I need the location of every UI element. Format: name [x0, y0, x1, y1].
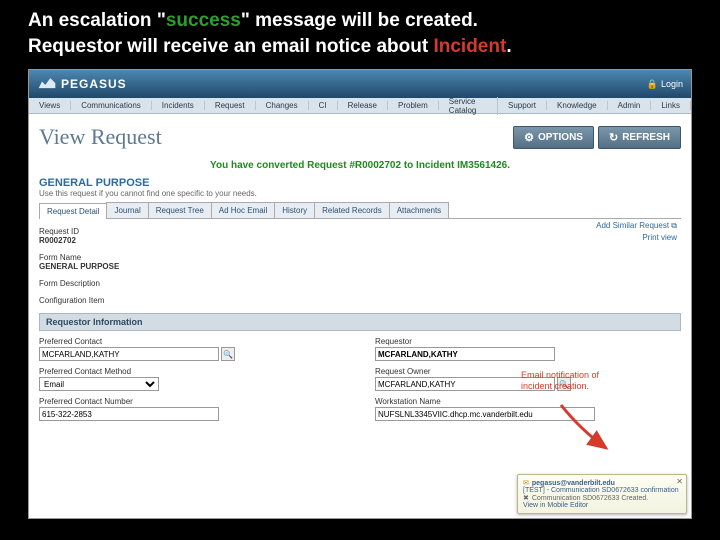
form-name-value: GENERAL PURPOSE: [39, 262, 681, 271]
menu-communications[interactable]: Communications: [71, 101, 152, 110]
menu-release[interactable]: Release: [338, 101, 388, 110]
tab-related-records[interactable]: Related Records: [314, 202, 390, 218]
menu-request[interactable]: Request: [205, 101, 256, 110]
menu-incidents[interactable]: Incidents: [152, 101, 205, 110]
preferred-contact-label: Preferred Contact: [39, 337, 345, 346]
preferred-contact-input[interactable]: [39, 347, 219, 361]
workstation-name-label: Workstation Name: [375, 397, 681, 406]
menu-ci[interactable]: CI: [309, 101, 338, 110]
menu-admin[interactable]: Admin: [608, 101, 652, 110]
menu-links[interactable]: Links: [651, 101, 691, 110]
tab-journal[interactable]: Journal: [106, 202, 148, 218]
toast-from: pegasus@vanderbilt.edu: [532, 480, 615, 487]
search-icon: 🔍: [223, 350, 233, 359]
mail-icon: ✉: [523, 479, 529, 487]
request-id-value: R0002702: [39, 236, 681, 245]
refresh-icon: ↻: [609, 131, 618, 144]
brand: PEGASUS: [37, 76, 127, 92]
print-view-link[interactable]: Print view: [596, 233, 677, 242]
close-icon: ✕: [676, 477, 683, 486]
copy-icon: ⧉: [671, 221, 677, 230]
toast-close-button[interactable]: ✕: [676, 477, 683, 486]
annotation-arrow-icon: [551, 400, 621, 460]
app-window: PEGASUS 🔒 Login Views Communications Inc…: [28, 69, 692, 519]
tab-request-detail[interactable]: Request Detail: [39, 203, 107, 219]
preferred-number-label: Preferred Contact Number: [39, 397, 345, 406]
options-button[interactable]: ⚙OPTIONS: [513, 126, 594, 149]
slide-title: An escalation "success" message will be …: [0, 0, 720, 63]
page-title: View Request: [39, 124, 162, 150]
gear-icon: ⚙: [524, 131, 534, 144]
success-word: success: [166, 10, 241, 31]
email-toast: ✕ ✉ pegasus@vanderbilt.edu [TEST] - Comm…: [517, 474, 687, 514]
pegasus-logo-icon: [37, 76, 57, 92]
preferred-method-label: Preferred Contact Method: [39, 367, 345, 376]
form-description-label: Form Description: [39, 279, 681, 288]
cancel-icon: ✖: [523, 494, 529, 502]
toast-subject: [TEST] - Communication SD0672633 confirm…: [523, 487, 681, 494]
toast-body: Communication SD0672633 Created.: [532, 495, 648, 502]
topbar: PEGASUS 🔒 Login: [29, 70, 691, 98]
incident-word: Incident: [433, 36, 506, 57]
requestor-label: Requestor: [375, 337, 681, 346]
add-similar-request-link[interactable]: Add Similar Request ⧉: [596, 221, 677, 231]
menu-knowledge[interactable]: Knowledge: [547, 101, 608, 110]
requestor-info-section: Requestor Information: [39, 313, 681, 331]
tab-bar: Request Detail Journal Request Tree Ad H…: [39, 202, 681, 219]
request-id-label: Request ID: [39, 227, 681, 236]
login-link[interactable]: 🔒 Login: [647, 79, 683, 90]
lock-icon: 🔒: [647, 79, 658, 90]
menu-views[interactable]: Views: [29, 101, 71, 110]
annotation-text: Email notification of incident creation.: [521, 370, 631, 392]
menu-support[interactable]: Support: [498, 101, 547, 110]
preferred-number-input[interactable]: [39, 407, 219, 421]
general-purpose-title: GENERAL PURPOSE: [39, 177, 681, 189]
view-mobile-link[interactable]: View in Mobile Editor: [523, 502, 588, 509]
lookup-button[interactable]: 🔍: [221, 347, 235, 361]
menu-changes[interactable]: Changes: [256, 101, 309, 110]
requestor-input[interactable]: [375, 347, 555, 361]
tab-request-tree[interactable]: Request Tree: [148, 202, 212, 218]
form-name-label: Form Name: [39, 253, 681, 262]
configuration-item-label: Configuration Item: [39, 296, 681, 305]
success-message: You have converted Request #R0002702 to …: [39, 158, 681, 177]
menu-problem[interactable]: Problem: [388, 101, 439, 110]
general-purpose-subtitle: Use this request if you cannot find one …: [39, 189, 681, 198]
tab-history[interactable]: History: [274, 202, 315, 218]
menubar: Views Communications Incidents Request C…: [29, 98, 691, 114]
menu-service-catalog[interactable]: Service Catalog: [439, 97, 498, 115]
tab-adhoc-email[interactable]: Ad Hoc Email: [211, 202, 275, 218]
detail-panel: Add Similar Request ⧉ Print view Request…: [39, 219, 681, 427]
preferred-method-select[interactable]: Email: [39, 377, 159, 391]
page-header: View Request ⚙OPTIONS ↻REFRESH: [39, 120, 681, 158]
tab-attachments[interactable]: Attachments: [389, 202, 449, 218]
refresh-button[interactable]: ↻REFRESH: [598, 126, 681, 149]
